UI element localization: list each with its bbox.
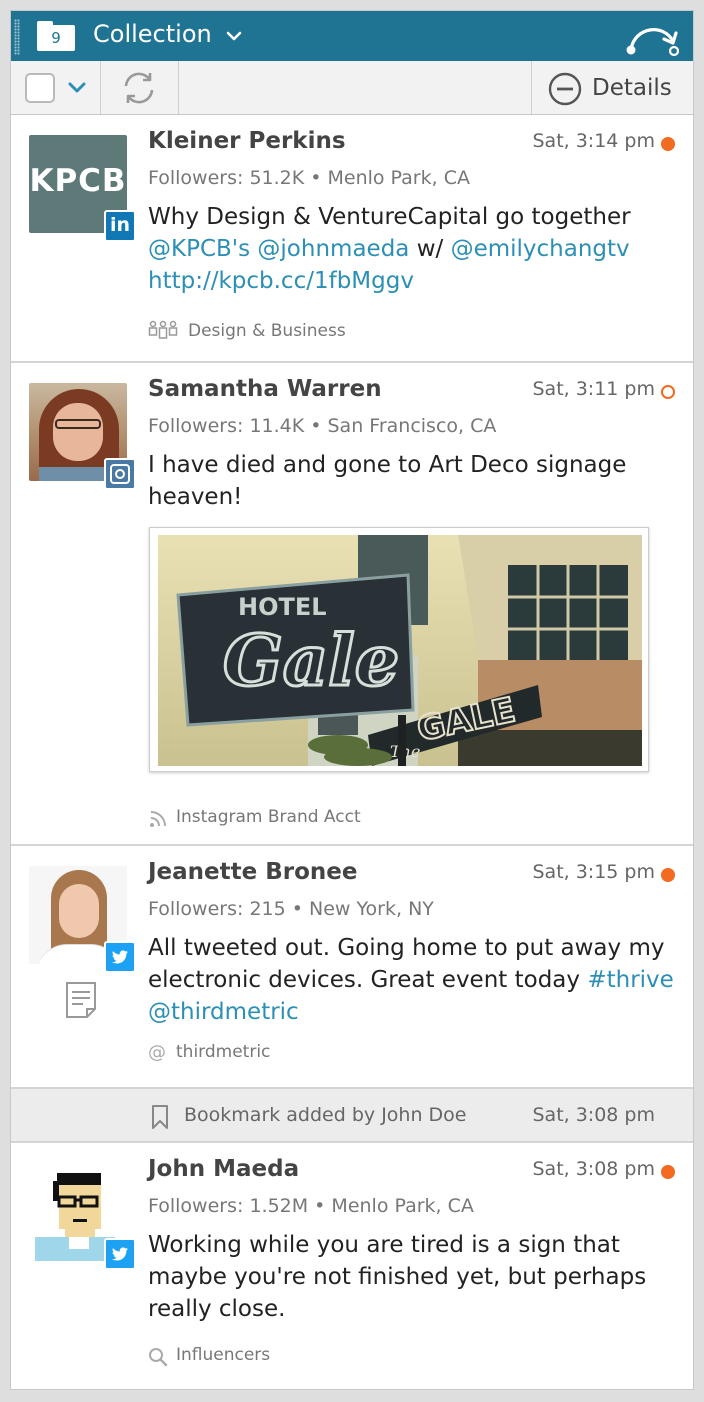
bookmark-time: Sat, 3:08 pm [532,1104,655,1126]
mention-link[interactable]: @KPCB's [148,236,250,262]
tag-label[interactable]: Influencers [176,1345,270,1365]
post-text: I have died and gone to Art Deco signage… [148,452,627,510]
refresh-button[interactable] [101,61,179,114]
linkedin-icon: in [104,210,136,242]
avatar-logo-text: KPCB [29,163,127,199]
image-sign-gale: Gale [223,619,399,702]
drag-handle[interactable] [14,19,20,55]
select-all-control[interactable] [11,61,101,114]
rss-feed-icon [150,811,166,827]
collection-panel: 9 Collection Details KPCB in Kleiner Per… [10,10,694,1390]
tag-label[interactable]: thirdmetric [176,1042,270,1062]
group-icon [148,320,178,339]
post-text: All tweeted out. Going home to put away … [148,932,678,1028]
collection-title[interactable]: Collection [93,20,212,48]
post-card[interactable]: Samantha Warren Sat, 3:11 pm Followers: … [11,363,693,846]
bookmark-notice: Bookmark added by John Doe Sat, 3:08 pm [11,1089,693,1143]
post-time: Sat, 3:14 pm [532,130,655,152]
bookmark-text: Bookmark added by John Doe [184,1104,467,1126]
unread-status-dot[interactable] [661,868,675,882]
folder-icon: 9 [37,21,75,51]
select-all-checkbox[interactable] [25,73,55,103]
author-name[interactable]: Samantha Warren [148,376,382,402]
tag-label[interactable]: Design & Business [188,321,346,341]
hashtag-link[interactable]: #thrive [587,967,673,993]
author-name[interactable]: Kleiner Perkins [148,128,346,154]
author-name[interactable]: John Maeda [148,1156,299,1182]
post-time: Sat, 3:15 pm [532,861,655,883]
author-meta: Followers: 51.2K • Menlo Park, CA [148,167,470,189]
collection-count: 9 [51,29,61,47]
post-image-frame[interactable]: HOTEL Gale The GALE [149,527,649,772]
chevron-down-icon[interactable] [224,26,244,46]
url-link[interactable]: http://kpcb.cc/1fbMggv [148,268,414,294]
mention-link[interactable]: @thirdmetric [148,999,299,1025]
post-text-part: w/ [416,236,444,262]
panel-header: 9 Collection [11,11,693,61]
unread-status-dot[interactable] [661,137,675,151]
author-meta: Followers: 1.52M • Menlo Park, CA [148,1195,474,1217]
refresh-icon [124,72,154,104]
post-card[interactable]: Jeanette Bronee Sat, 3:15 pm Followers: … [11,846,693,1089]
twitter-icon [104,1238,136,1270]
bookmark-icon [152,1105,168,1129]
author-meta: Followers: 11.4K • San Francisco, CA [148,415,497,437]
minus-circle-icon [548,72,582,106]
mention-link[interactable]: @emilychangtv [451,236,630,262]
post-card[interactable]: John Maeda Sat, 3:08 pm Followers: 1.52M… [11,1143,693,1389]
note-icon[interactable] [65,981,97,1019]
at-sign-icon: @ [148,1042,166,1063]
tag-label[interactable]: Instagram Brand Acct [176,807,361,827]
post-text: Why Design & VentureCapital go together @… [148,201,678,297]
twitter-icon [104,941,136,973]
details-label: Details [592,75,672,101]
read-status-dot[interactable] [661,385,675,399]
post-image: HOTEL Gale The GALE [158,535,642,766]
image-sign-hotel: HOTEL [238,593,327,621]
search-icon [149,1348,168,1367]
share-arc-icon[interactable] [623,19,679,57]
post-time: Sat, 3:08 pm [532,1158,655,1180]
toolbar: Details [11,61,693,115]
post-text: Working while you are tired is a sign th… [148,1232,647,1322]
author-name[interactable]: Jeanette Bronee [148,859,358,885]
post-text-part: Why Design & VentureCapital go together [148,204,631,230]
mention-link[interactable]: @johnmaeda [257,236,409,262]
details-button[interactable]: Details [531,61,693,114]
post-time: Sat, 3:11 pm [532,378,655,400]
unread-status-dot[interactable] [661,1165,675,1179]
post-card[interactable]: KPCB in Kleiner Perkins Sat, 3:14 pm Fol… [11,115,693,363]
chevron-down-icon[interactable] [67,80,87,96]
author-meta: Followers: 215 • New York, NY [148,898,434,920]
instagram-icon [104,458,136,490]
